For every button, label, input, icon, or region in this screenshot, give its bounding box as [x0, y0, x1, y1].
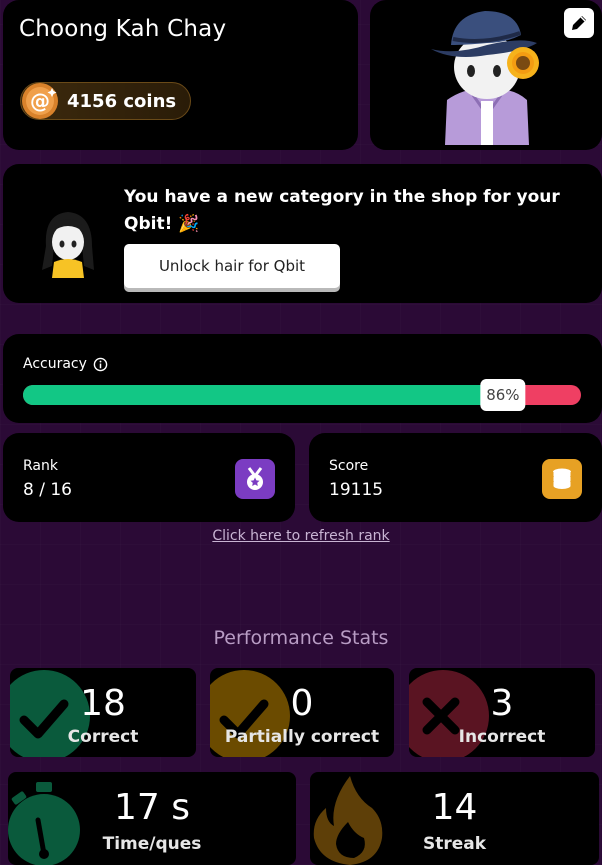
profile-card: Choong Kah Chay @ 4156 coins [3, 0, 358, 150]
time-per-question: 17 s [113, 787, 190, 828]
correct-label: Correct [67, 727, 139, 747]
partial-count: 0 [290, 683, 314, 724]
coin-count: 4156 coins [67, 90, 177, 112]
accuracy-card: Accuracy 86% [3, 334, 602, 423]
rank-label: Rank [23, 458, 58, 474]
score-card: Score 19115 [309, 433, 602, 522]
refresh-rank-link[interactable]: Click here to refresh rank [0, 528, 602, 544]
svg-text:@: @ [30, 89, 50, 113]
incorrect-label: Incorrect [458, 727, 546, 747]
time-label: Time/ques [102, 834, 202, 854]
correct-stat-tile: 18 Correct [10, 668, 196, 757]
streak-count: 14 [431, 787, 478, 828]
incorrect-count: 3 [490, 683, 514, 724]
rank-value: 8 / 16 [23, 480, 72, 500]
shop-promo-card: You have a new category in the shop for … [3, 164, 602, 303]
accuracy-bar-fill [23, 385, 503, 405]
score-value: 19115 [329, 480, 384, 500]
score-label: Score [329, 458, 369, 474]
partial-label: Partially correct [224, 727, 380, 747]
rank-card: Rank 8 / 16 [3, 433, 295, 522]
shop-message: You have a new category in the shop for … [124, 187, 560, 234]
accuracy-header: Accuracy [23, 356, 108, 372]
info-icon[interactable] [93, 357, 108, 372]
qbit-hair-preview [42, 212, 94, 278]
streak-label: Streak [422, 834, 487, 854]
accuracy-bar: 86% [23, 379, 581, 411]
partial-stat-tile: 0 Partially correct [210, 668, 394, 757]
time-stat-tile: 17 s Time/ques [8, 772, 296, 865]
correct-count: 18 [80, 683, 126, 724]
pencil-icon [572, 16, 586, 30]
unlock-hair-button[interactable]: Unlock hair for Qbit [124, 244, 340, 288]
coins-stack-icon [542, 459, 582, 499]
streak-stat-tile: 14 Streak [310, 772, 599, 865]
edit-avatar-button[interactable] [564, 8, 594, 38]
incorrect-stat-tile: 3 Incorrect [409, 668, 595, 757]
performance-stats-title: Performance Stats [213, 627, 389, 649]
coin-icon: @ [22, 83, 58, 119]
avatar-card[interactable] [370, 0, 602, 150]
qbit-avatar [431, 11, 539, 145]
medal-icon [235, 459, 275, 499]
coin-balance: @ 4156 coins [20, 82, 192, 120]
accuracy-label: Accuracy [23, 356, 87, 372]
player-name: Choong Kah Chay [19, 16, 227, 42]
accuracy-value: 86% [480, 379, 526, 411]
